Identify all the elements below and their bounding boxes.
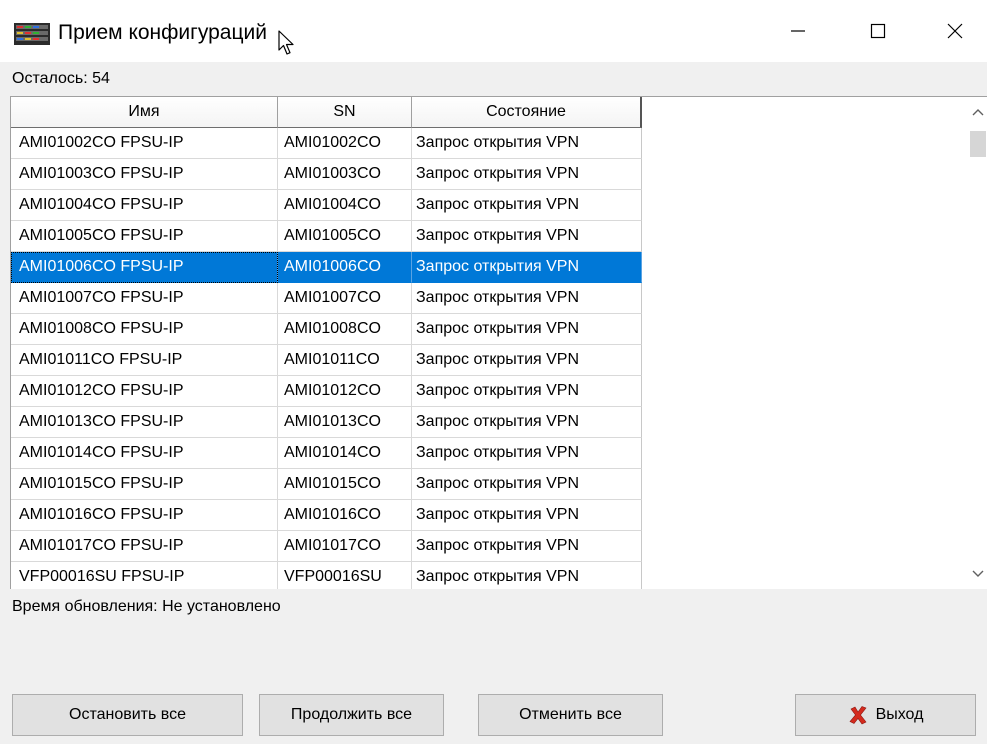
exit-button-label: Выход (875, 706, 924, 723)
minimize-icon (791, 30, 805, 32)
cell-state: Запрос открытия VPN (412, 469, 642, 500)
update-time-label: Время обновления: Не установлено (12, 598, 281, 615)
remaining-count-label: Осталось: 54 (12, 70, 110, 87)
window-title: Прием конфигураций (58, 21, 267, 44)
cell-state: Запрос открытия VPN (412, 283, 642, 314)
cell-state: Запрос открытия VPN (412, 407, 642, 438)
cell-state: Запрос открытия VPN (412, 314, 642, 345)
column-header-state[interactable]: Состояние (412, 97, 642, 128)
table-header: Имя SN Состояние (11, 97, 642, 128)
mouse-cursor-icon (278, 30, 294, 55)
chevron-down-icon (972, 570, 984, 577)
exit-button[interactable]: Выход (795, 694, 976, 736)
cell-state: Запрос открытия VPN (412, 531, 642, 562)
cell-sn: AMI01016CO (278, 500, 412, 531)
cell-sn: AMI01003CO (278, 159, 412, 190)
cell-state: Запрос открытия VPN (412, 500, 642, 531)
cell-state: Запрос открытия VPN (412, 190, 642, 221)
table-row[interactable]: AMI01002CO FPSU-IP AMI01002CO Запрос откры… (11, 128, 643, 159)
cell-sn: VFP00016SU (278, 562, 412, 589)
close-icon (947, 23, 963, 39)
cell-name: AMI01015CO FPSU-IP (11, 469, 278, 500)
cancel-all-button[interactable]: Отменить все (478, 694, 663, 736)
vertical-scrollbar[interactable] (969, 97, 987, 589)
table-row[interactable]: AMI01016CO FPSU-IP AMI01016CO Запрос откры… (11, 500, 643, 531)
stop-all-button[interactable]: Остановить все (12, 694, 243, 736)
scroll-up-button[interactable] (969, 101, 987, 123)
minimize-button[interactable] (766, 0, 830, 62)
table-row[interactable]: AMI01013CO FPSU-IP AMI01013CO Запрос откры… (11, 407, 643, 438)
cell-name: AMI01011CO FPSU-IP (11, 345, 278, 376)
scroll-down-button[interactable] (969, 563, 987, 585)
cell-sn: AMI01011CO (278, 345, 412, 376)
cell-name: AMI01004CO FPSU-IP (11, 190, 278, 221)
table-row[interactable]: AMI01014CO FPSU-IP AMI01014CO Запрос откры… (11, 438, 643, 469)
cell-sn: AMI01012CO (278, 376, 412, 407)
cell-name: AMI01017CO FPSU-IP (11, 531, 278, 562)
column-header-name[interactable]: Имя (11, 97, 278, 128)
cell-sn: AMI01008CO (278, 314, 412, 345)
close-window-button[interactable] (923, 0, 987, 62)
cell-state: Запрос открытия VPN (412, 128, 642, 159)
cell-name: AMI01007CO FPSU-IP (11, 283, 278, 314)
table-row[interactable]: AMI01004CO FPSU-IP AMI01004CO Запрос откры… (11, 190, 643, 221)
cell-name: AMI01014CO FPSU-IP (11, 438, 278, 469)
cell-name: AMI01005CO FPSU-IP (11, 221, 278, 252)
table-row[interactable]: AMI01015CO FPSU-IP AMI01015CO Запрос откры… (11, 469, 643, 500)
cell-sn: AMI01005CO (278, 221, 412, 252)
cell-sn: AMI01014CO (278, 438, 412, 469)
cell-name: VFP00016SU FPSU-IP (11, 562, 278, 589)
cell-state: Запрос открытия VPN (412, 221, 642, 252)
table-row[interactable]: AMI01017CO FPSU-IP AMI01017CO Запрос откры… (11, 531, 643, 562)
table-row[interactable]: AMI01006CO FPSU-IP AMI01006CO Запрос откры… (11, 252, 643, 283)
cell-name: AMI01008CO FPSU-IP (11, 314, 278, 345)
server-rack-icon (14, 23, 50, 45)
cell-name: AMI01016CO FPSU-IP (11, 500, 278, 531)
cell-state: Запрос открытия VPN (412, 562, 642, 589)
table-row[interactable]: AMI01008CO FPSU-IP AMI01008CO Запрос откры… (11, 314, 643, 345)
chevron-up-icon (972, 109, 984, 116)
cell-sn: AMI01013CO (278, 407, 412, 438)
cell-name: AMI01012CO FPSU-IP (11, 376, 278, 407)
scroll-thumb[interactable] (970, 131, 986, 157)
column-header-sn[interactable]: SN (278, 97, 412, 128)
red-x-icon (849, 706, 867, 725)
cell-sn: AMI01015CO (278, 469, 412, 500)
table-row[interactable]: AMI01011CO FPSU-IP AMI01011CO Запрос откры… (11, 345, 643, 376)
table-row[interactable]: AMI01003CO FPSU-IP AMI01003CO Запрос откры… (11, 159, 643, 190)
cell-sn: AMI01007CO (278, 283, 412, 314)
maximize-icon (870, 23, 886, 39)
title-bar[interactable]: Прием конфигураций (0, 0, 987, 62)
table-row[interactable]: VFP00016SU FPSU-IP VFP00016SU Запрос откры… (11, 562, 643, 589)
configurations-table[interactable]: Имя SN Состояние AMI01002CO FPSU-IP AMI01… (10, 96, 987, 589)
cell-state: Запрос открытия VPN (412, 376, 642, 407)
cell-name: AMI01002CO FPSU-IP (11, 128, 278, 159)
table-row[interactable]: AMI01012CO FPSU-IP AMI01012CO Запрос откры… (11, 376, 643, 407)
cell-state: Запрос открытия VPN (412, 438, 642, 469)
cell-name: AMI01006CO FPSU-IP (11, 252, 278, 283)
cell-sn: AMI01004CO (278, 190, 412, 221)
cell-name: AMI01003CO FPSU-IP (11, 159, 278, 190)
table-row[interactable]: AMI01007CO FPSU-IP AMI01007CO Запрос откры… (11, 283, 643, 314)
cell-state: Запрос открытия VPN (412, 252, 642, 283)
maximize-button[interactable] (846, 0, 910, 62)
table-body: AMI01002CO FPSU-IP AMI01002CO Запрос откры… (11, 128, 643, 589)
cell-state: Запрос открытия VPN (412, 345, 642, 376)
cell-state: Запрос открытия VPN (412, 159, 642, 190)
cell-sn: AMI01017CO (278, 531, 412, 562)
continue-all-button[interactable]: Продолжить все (259, 694, 444, 736)
cell-name: AMI01013CO FPSU-IP (11, 407, 278, 438)
cell-sn: AMI01002CO (278, 128, 412, 159)
table-row[interactable]: AMI01005CO FPSU-IP AMI01005CO Запрос откры… (11, 221, 643, 252)
cell-sn: AMI01006CO (278, 252, 412, 283)
